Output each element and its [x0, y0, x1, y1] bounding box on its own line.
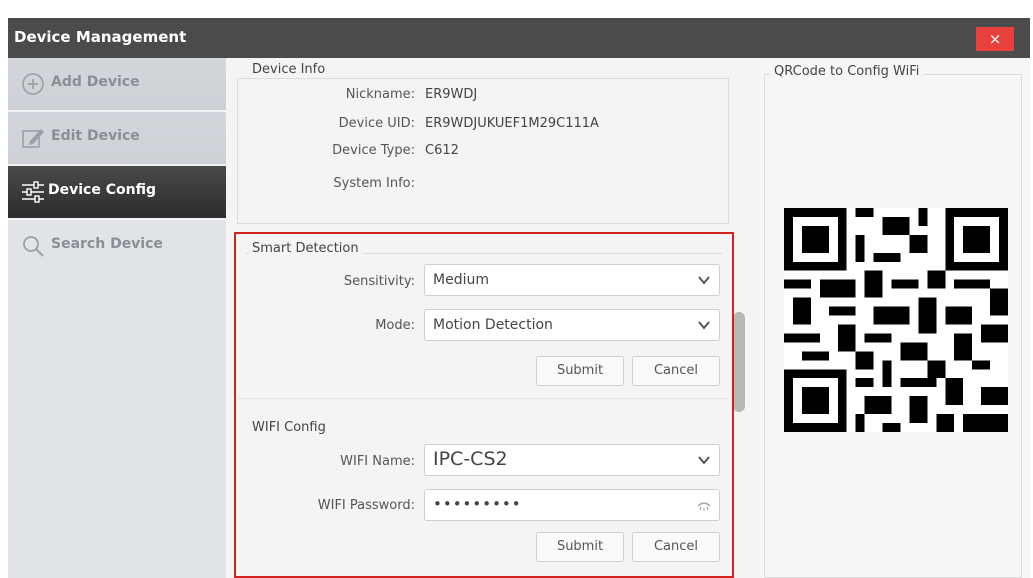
sidebar: Add Device Edit Device Device Config Sea… [8, 58, 226, 578]
sidebar-item-search-device[interactable]: Search Device [8, 220, 226, 272]
title-bar: Device Management × [8, 18, 1030, 58]
highlight-box [234, 232, 734, 578]
qr-legend: QRCode to Config WiFi [770, 64, 924, 79]
sidebar-item-label: Add Device [51, 74, 140, 90]
qr-panel: QRCode to Config WiFi [760, 58, 1028, 578]
nickname-value: ER9WDJ [425, 87, 478, 102]
search-icon [23, 236, 44, 257]
device-type-value: C612 [425, 143, 459, 158]
device-uid-label: Device UID: [338, 116, 415, 131]
edit-icon [22, 129, 44, 148]
sidebar-item-label: Search Device [51, 236, 163, 252]
nickname-label: Nickname: [345, 87, 415, 102]
wifi-qr-code [784, 208, 1008, 432]
close-button[interactable]: × [976, 27, 1014, 51]
window-title: Device Management [14, 28, 187, 46]
device-type-label: Device Type: [332, 143, 415, 158]
sliders-icon [22, 181, 44, 203]
sidebar-item-edit-device[interactable]: Edit Device [8, 112, 226, 166]
sidebar-item-device-config[interactable]: Device Config [8, 166, 226, 220]
sidebar-item-label: Edit Device [51, 128, 140, 144]
device-uid-value: ER9WDJUKUEF1M29C111A [425, 116, 599, 131]
plus-circle-icon [22, 73, 44, 95]
content-scrollbar[interactable] [733, 312, 745, 412]
device-info-legend: Device Info [248, 62, 330, 77]
sidebar-item-label: Device Config [48, 182, 156, 198]
sidebar-item-add-device[interactable]: Add Device [8, 58, 226, 112]
system-info-label: System Info: [333, 176, 415, 191]
